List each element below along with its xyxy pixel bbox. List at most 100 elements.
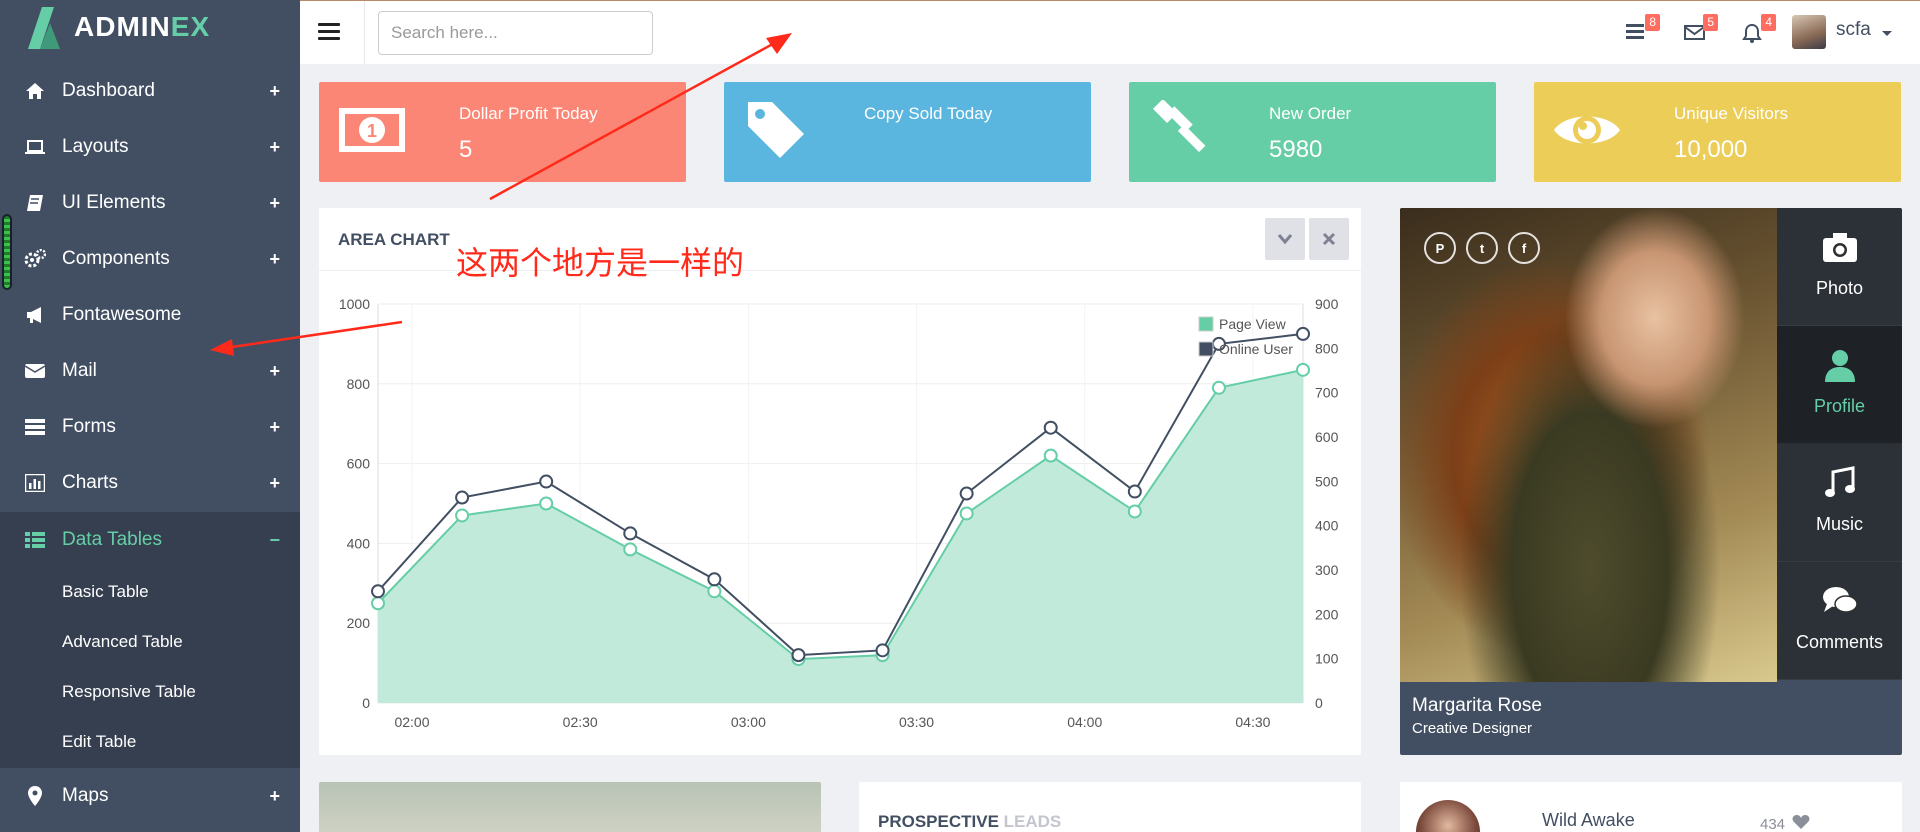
sidebar-item-layouts[interactable]: Layouts +: [0, 119, 300, 175]
expand-icon: +: [269, 192, 280, 213]
tab-label: Music: [1815, 514, 1863, 534]
likes-count: 434: [1760, 816, 1786, 832]
sidebar-item-mail[interactable]: Mail +: [0, 343, 300, 399]
expand-icon: +: [269, 416, 280, 437]
y-tick-right: 700: [1315, 385, 1339, 401]
sidebar-item-label: UI Elements: [62, 192, 166, 213]
tab-comments[interactable]: Comments: [1777, 562, 1902, 680]
y-tick-left: 600: [347, 456, 371, 472]
y-tick-left: 1000: [339, 296, 370, 312]
submenu-basic-table[interactable]: Basic Table: [62, 582, 149, 602]
sidebar-item-dashboard[interactable]: Dashboard +: [0, 63, 300, 119]
twitter-icon[interactable]: t: [1466, 232, 1498, 264]
y-tick-left: 400: [347, 535, 371, 551]
y-tick-right: 300: [1315, 562, 1339, 578]
y-tick-right: 200: [1315, 606, 1339, 622]
bar-chart-icon: [24, 472, 46, 494]
chevron-down-icon[interactable]: [1882, 31, 1892, 36]
area-chart: 0 200 400 600 800 1000 0 100 200 300 400 500 600 700 8…: [339, 296, 1339, 730]
expand-icon: +: [269, 136, 280, 157]
point-online-user: [1296, 326, 1310, 341]
sidebar-item-maps[interactable]: Maps +: [0, 768, 300, 824]
point-online-user: [1043, 420, 1058, 435]
envelope-icon: [24, 360, 46, 382]
search-input[interactable]: [378, 11, 653, 55]
panel-title: PROSPECTIVE LEADS: [878, 812, 1062, 831]
tasks-badge: 8: [1645, 14, 1660, 31]
expand-icon: +: [269, 472, 280, 493]
tasks-icon[interactable]: 8: [1626, 14, 1660, 43]
tab-music[interactable]: Music: [1777, 444, 1902, 562]
logo[interactable]: ADMINEX: [0, 0, 300, 54]
wild-awake-card: Wild Awake 434: [1400, 782, 1902, 832]
y-tick-right: 0: [1315, 695, 1323, 711]
sidebar-item-components[interactable]: Components +: [0, 231, 300, 287]
sidebar-item-forms[interactable]: Forms +: [0, 399, 300, 455]
submenu-responsive-table[interactable]: Responsive Table: [62, 682, 196, 702]
point-online-user: [539, 474, 554, 489]
point-online-user: [1127, 484, 1142, 499]
sidebar-item-label: Maps: [62, 785, 109, 806]
stat-title: Copy Sold Today: [864, 104, 993, 123]
wild-awake-name[interactable]: Wild Awake: [1542, 810, 1635, 831]
camera-icon: [1823, 233, 1857, 262]
stat-card-dollar-profit: 1 Dollar Profit Today 5: [319, 82, 686, 182]
stat-value: 10,000: [1674, 136, 1748, 163]
submenu-advanced-table[interactable]: Advanced Table: [62, 632, 183, 652]
x-tick: 04:00: [1067, 714, 1102, 730]
data-tables-submenu: Basic Table Advanced Table Responsive Ta…: [0, 568, 300, 768]
y-tick-right: 500: [1315, 473, 1339, 489]
y-tick-right: 800: [1315, 340, 1339, 356]
top-header: 8 5 4 scfa: [300, 0, 1920, 65]
music-icon: [1825, 466, 1855, 497]
tab-photo[interactable]: Photo: [1777, 208, 1902, 326]
home-icon: [24, 80, 46, 102]
pinterest-icon[interactable]: P: [1424, 232, 1456, 264]
prospective-leads-card: PROSPECTIVE LEADS: [859, 782, 1361, 832]
sidebar-item-label: Dashboard: [62, 80, 155, 101]
gavel-icon: [1147, 98, 1217, 160]
point-online-user: [791, 648, 806, 663]
submenu-edit-table[interactable]: Edit Table: [62, 732, 136, 752]
stat-card-unique-visitors: Unique Visitors 10,000: [1534, 82, 1901, 182]
sidebar-item-fontawesome[interactable]: Fontawesome: [0, 287, 300, 343]
area-chart-panel: AREA CHART 0 200 400 600 800 1000 0 100 200 300 40…: [319, 208, 1361, 755]
profile-name: Margarita Rose: [1412, 695, 1542, 716]
stat-card-copy-sold: Copy Sold Today: [724, 82, 1091, 182]
mail-icon[interactable]: 5: [1684, 14, 1718, 43]
legend-swatch: [1198, 316, 1214, 332]
bell-icon[interactable]: 4: [1742, 14, 1776, 43]
heart-icon[interactable]: [1792, 814, 1810, 830]
hamburger-menu-icon[interactable]: [318, 23, 340, 41]
point-online-user: [623, 526, 638, 541]
sidebar-item-data-tables[interactable]: Data Tables −: [0, 512, 300, 568]
comments-icon: [1823, 587, 1858, 613]
tag-icon: [742, 102, 812, 160]
legend-label: Page View: [1219, 316, 1287, 332]
point-page-view: [623, 542, 638, 557]
legend-label: Online User: [1219, 341, 1293, 357]
user-avatar[interactable]: [1792, 15, 1826, 49]
y-tick-right: 400: [1315, 518, 1339, 534]
x-tick: 04:30: [1235, 714, 1270, 730]
profile-photo: P t f: [1400, 208, 1777, 682]
point-page-view: [1043, 448, 1058, 463]
sidebar-item-label: Components: [62, 248, 170, 269]
sidebar-item-ui-elements[interactable]: UI Elements +: [0, 175, 300, 231]
stat-title: Dollar Profit Today: [459, 104, 598, 123]
username[interactable]: scfa: [1836, 19, 1871, 41]
expand-icon: +: [269, 80, 280, 101]
point-online-user: [875, 643, 890, 658]
tab-label: Photo: [1815, 278, 1864, 298]
expand-icon: +: [269, 360, 280, 381]
sidebar-item-charts[interactable]: Charts +: [0, 455, 300, 511]
sidebar-item-label: Mail: [62, 360, 97, 381]
logo-mark-icon: [28, 7, 60, 49]
tab-profile[interactable]: Profile: [1777, 326, 1902, 444]
x-tick: 02:30: [563, 714, 598, 730]
facebook-icon[interactable]: f: [1508, 232, 1540, 264]
point-page-view: [1211, 380, 1226, 395]
point-page-view: [1296, 362, 1310, 377]
logo-text: ADMINEX: [74, 11, 211, 42]
eye-icon: [1552, 104, 1622, 160]
